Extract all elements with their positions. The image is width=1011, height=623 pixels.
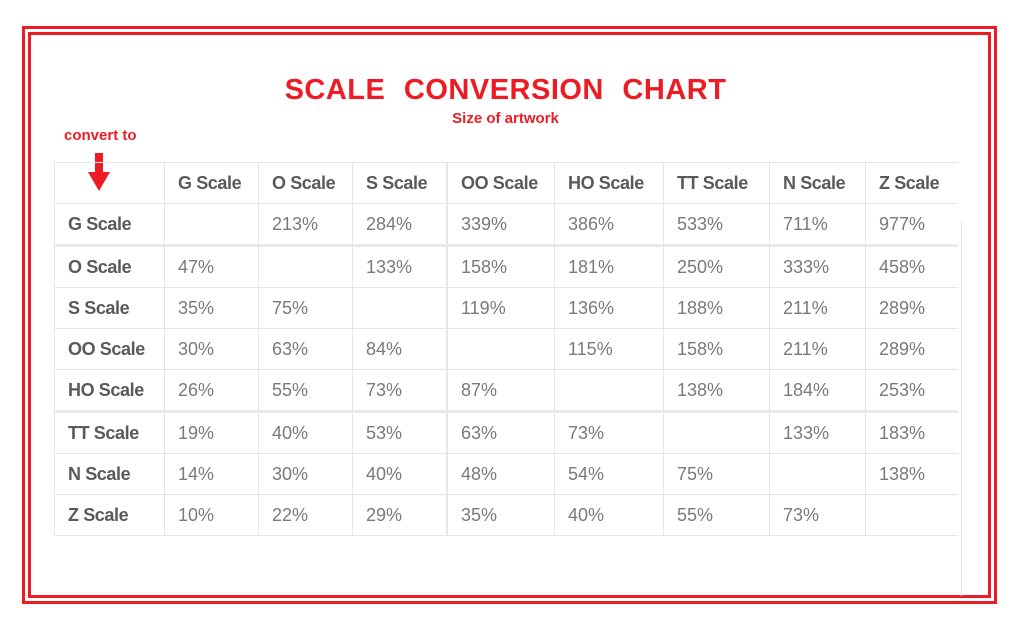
table-cell: 26%: [164, 369, 259, 412]
table-cell: [663, 410, 770, 454]
table-cell: 55%: [258, 369, 353, 412]
table-cell: 158%: [446, 244, 555, 288]
row-header: TT Scale: [54, 410, 165, 454]
table-cell: 84%: [352, 328, 448, 370]
column-header: Z Scale: [865, 162, 958, 204]
column-header: OO Scale: [446, 162, 555, 204]
table-cell: 213%: [258, 203, 353, 246]
table-row: OO Scale 30% 63% 84% 115% 158% 211% 289%: [54, 328, 958, 370]
table-cell: 40%: [352, 453, 448, 495]
table-cell: 458%: [865, 244, 958, 288]
row-header: Z Scale: [54, 494, 165, 536]
column-header: HO Scale: [554, 162, 664, 204]
table-cell: 63%: [446, 410, 555, 454]
table-cell: 211%: [769, 328, 866, 370]
table-cell: 289%: [865, 287, 958, 329]
column-header: O Scale: [258, 162, 353, 204]
table-cell: 138%: [663, 369, 770, 412]
table-cell: 183%: [865, 410, 958, 454]
table-cell: 138%: [865, 453, 958, 495]
table-cell: 181%: [554, 244, 664, 288]
table-row: N Scale 14% 30% 40% 48% 54% 75% 138%: [54, 453, 958, 495]
table-cell: 48%: [446, 453, 555, 495]
conversion-table: G Scale O Scale S Scale OO Scale HO Scale TT …: [54, 162, 958, 536]
table-cell: 211%: [769, 287, 866, 329]
table-cell: [554, 369, 664, 412]
table-cell: 386%: [554, 203, 664, 246]
table-cell: [769, 453, 866, 495]
table-cell: 711%: [769, 203, 866, 246]
table-cell: [258, 244, 353, 288]
table-row: G Scale 213% 284% 339% 386% 533% 711% 977%: [54, 203, 958, 246]
table-cell: 184%: [769, 369, 866, 412]
chart-subtitle: Size of artwork: [452, 110, 559, 127]
table-cell: 289%: [865, 328, 958, 370]
corner-cell: [54, 162, 165, 204]
table-cell: 284%: [352, 203, 448, 246]
row-header: HO Scale: [54, 369, 165, 412]
table-cell: 133%: [352, 244, 448, 288]
side-divider-line: [961, 222, 962, 596]
table-cell: 533%: [663, 203, 770, 246]
table-cell: 35%: [446, 494, 555, 536]
table-cell: 115%: [554, 328, 664, 370]
table-cell: 136%: [554, 287, 664, 329]
table-header-row: G Scale O Scale S Scale OO Scale HO Scale TT …: [54, 162, 958, 204]
table-cell: 75%: [663, 453, 770, 495]
table-cell: [865, 494, 958, 536]
table-cell: 250%: [663, 244, 770, 288]
table-cell: 30%: [164, 328, 259, 370]
table-cell: 73%: [352, 369, 448, 412]
table-row: TT Scale 19% 40% 53% 63% 73% 133% 183%: [54, 410, 958, 454]
table-cell: 75%: [258, 287, 353, 329]
table-cell: 339%: [446, 203, 555, 246]
row-header: N Scale: [54, 453, 165, 495]
row-header: S Scale: [54, 287, 165, 329]
table-cell: [352, 287, 448, 329]
table-cell: 29%: [352, 494, 448, 536]
convert-to-label: convert to: [64, 127, 137, 144]
table-row: S Scale 35% 75% 119% 136% 188% 211% 289%: [54, 287, 958, 329]
table-cell: 253%: [865, 369, 958, 412]
table-row: HO Scale 26% 55% 73% 87% 138% 184% 253%: [54, 369, 958, 412]
column-header: N Scale: [769, 162, 866, 204]
table-row: O Scale 47% 133% 158% 181% 250% 333% 458%: [54, 244, 958, 288]
column-header: TT Scale: [663, 162, 770, 204]
table-cell: [164, 203, 259, 246]
table-cell: 30%: [258, 453, 353, 495]
table-cell: 53%: [352, 410, 448, 454]
table-cell: 47%: [164, 244, 259, 288]
table-cell: 22%: [258, 494, 353, 536]
column-header: S Scale: [352, 162, 448, 204]
table-cell: [446, 328, 555, 370]
table-cell: 63%: [258, 328, 353, 370]
chart-title: SCALE CONVERSION CHART: [284, 74, 727, 106]
table-cell: 40%: [554, 494, 664, 536]
table-cell: 158%: [663, 328, 770, 370]
table-cell: 10%: [164, 494, 259, 536]
table-row: Z Scale 10% 22% 29% 35% 40% 55% 73%: [54, 494, 958, 536]
table-cell: 73%: [769, 494, 866, 536]
row-header: O Scale: [54, 244, 165, 288]
table-cell: 40%: [258, 410, 353, 454]
table-cell: 35%: [164, 287, 259, 329]
table-cell: 19%: [164, 410, 259, 454]
table-cell: 133%: [769, 410, 866, 454]
table-cell: 119%: [446, 287, 555, 329]
table-cell: 55%: [663, 494, 770, 536]
table-cell: 87%: [446, 369, 555, 412]
table-cell: 188%: [663, 287, 770, 329]
row-header: OO Scale: [54, 328, 165, 370]
column-header: G Scale: [164, 162, 259, 204]
table-cell: 333%: [769, 244, 866, 288]
table-cell: 977%: [865, 203, 958, 246]
table-cell: 14%: [164, 453, 259, 495]
table-cell: 73%: [554, 410, 664, 454]
table-cell: 54%: [554, 453, 664, 495]
row-header: G Scale: [54, 203, 165, 246]
